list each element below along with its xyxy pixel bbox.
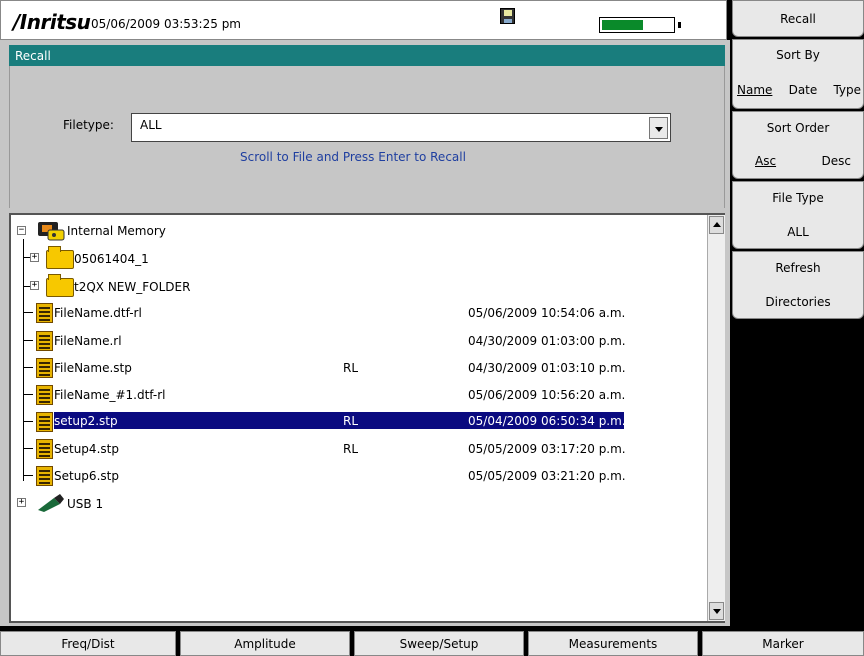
expand-icon[interactable]: + <box>17 498 26 507</box>
bottom-menu: Freq/Dist Amplitude Sweep/Setup Measurem… <box>0 629 864 656</box>
tree-file[interactable]: Setup4.stp RL 05/05/2009 03:17:20 p.m. <box>11 439 701 459</box>
tree-folder[interactable]: + t2QX NEW_FOLDER <box>11 274 701 297</box>
file-date: 04/30/2009 01:03:10 p.m. <box>468 361 626 375</box>
tree-root-label: Internal Memory <box>67 224 166 238</box>
tree-file[interactable]: FileName.dtf-rl 05/06/2009 10:54:06 a.m. <box>11 303 701 323</box>
battery-tip <box>678 22 681 28</box>
file-type: RL <box>343 414 359 428</box>
tree-node-internal-memory[interactable]: − Internal Memory <box>11 221 701 241</box>
document-icon <box>36 385 53 405</box>
file-name: setup2.stp <box>54 414 118 428</box>
scroll-down-icon[interactable] <box>709 602 724 620</box>
battery-icon <box>599 17 675 33</box>
document-icon <box>36 303 53 323</box>
filetype-select[interactable]: ALL <box>131 113 671 142</box>
softkey-title: Recall <box>780 12 816 26</box>
tree-file[interactable]: FileName.stp RL 04/30/2009 01:03:10 p.m. <box>11 358 701 378</box>
usb-drive-icon <box>38 494 64 512</box>
scroll-up-icon[interactable] <box>709 216 724 234</box>
internal-memory-icon <box>38 222 65 241</box>
file-name: FileName.rl <box>54 334 122 348</box>
file-date: 05/06/2009 10:54:06 a.m. <box>468 306 626 320</box>
sort-order-desc-option[interactable]: Desc <box>822 154 851 168</box>
document-icon <box>36 412 53 432</box>
filetype-value: ALL <box>140 118 162 132</box>
menu-freq-dist[interactable]: Freq/Dist <box>0 631 176 656</box>
brand-logo: /Inritsu <box>13 10 91 34</box>
usb-label: USB 1 <box>67 497 104 511</box>
file-type-label: File Type <box>772 191 824 205</box>
tree-file[interactable]: Setup6.stp 05/05/2009 03:21:20 p.m. <box>11 466 701 486</box>
softkey-refresh-directories[interactable]: Refresh Directories <box>732 251 864 319</box>
file-name: FileName_#1.dtf-rl <box>54 388 166 402</box>
file-type-value: ALL <box>787 225 809 239</box>
sort-by-date-option[interactable]: Date <box>789 83 818 97</box>
menu-sweep-setup[interactable]: Sweep/Setup <box>354 631 524 656</box>
file-type: RL <box>343 442 359 456</box>
file-tree[interactable]: − Internal Memory + 05061404_1 + t2QX NE… <box>9 213 725 623</box>
folder-name: 05061404_1 <box>74 252 149 266</box>
tree-file-selected[interactable]: setup2.stp RL 05/04/2009 06:50:34 p.m. <box>11 412 701 432</box>
panel-title: Recall <box>9 45 725 66</box>
filetype-label: Filetype: <box>63 118 114 132</box>
file-date: 04/30/2009 01:03:00 p.m. <box>468 334 626 348</box>
tree-file[interactable]: FileName_#1.dtf-rl 05/06/2009 10:56:20 a… <box>11 385 701 405</box>
refresh-label: Refresh <box>775 261 821 275</box>
document-icon <box>36 439 53 459</box>
refresh-sub-label: Directories <box>765 295 831 309</box>
file-date: 05/04/2009 06:50:34 p.m. <box>468 414 626 428</box>
softkey-sort-order[interactable]: Sort Order Asc Desc <box>732 111 864 179</box>
softkey-file-type[interactable]: File Type ALL <box>732 181 864 249</box>
sort-order-asc-option[interactable]: Asc <box>755 154 776 168</box>
softkey-sort-by[interactable]: Sort By Name Date Type <box>732 39 864 109</box>
document-icon <box>36 358 53 378</box>
file-name: FileName.dtf-rl <box>54 306 142 320</box>
tree-folder[interactable]: + 05061404_1 <box>11 246 701 269</box>
datetime-display: 05/06/2009 03:53:25 pm <box>91 17 241 31</box>
menu-marker[interactable]: Marker <box>702 631 864 656</box>
tree-file[interactable]: FileName.rl 04/30/2009 01:03:00 p.m. <box>11 331 701 351</box>
expand-icon[interactable]: + <box>30 281 39 290</box>
folder-icon <box>46 274 74 297</box>
menu-measurements[interactable]: Measurements <box>528 631 698 656</box>
softkey-recall-title: Recall <box>732 0 864 37</box>
file-type: RL <box>343 361 359 375</box>
battery-level <box>602 20 643 30</box>
document-icon <box>36 331 53 351</box>
folder-icon <box>46 246 74 269</box>
expand-icon[interactable]: + <box>30 253 39 262</box>
file-name: FileName.stp <box>54 361 132 375</box>
scrollbar[interactable] <box>707 215 725 621</box>
sort-by-type-option[interactable]: Type <box>833 83 861 97</box>
status-bar: /Inritsu 05/06/2009 03:53:25 pm <box>0 0 727 40</box>
sort-by-label: Sort By <box>776 48 820 62</box>
tree-node-usb[interactable]: + USB 1 <box>11 494 701 514</box>
collapse-icon[interactable]: − <box>17 226 26 235</box>
file-name: Setup4.stp <box>54 442 119 456</box>
file-date: 05/05/2009 03:17:20 p.m. <box>468 442 626 456</box>
floppy-disk-icon <box>500 8 515 24</box>
folder-name: t2QX NEW_FOLDER <box>74 280 191 294</box>
sort-by-name-option[interactable]: Name <box>737 83 772 97</box>
file-date: 05/06/2009 10:56:20 a.m. <box>468 388 626 402</box>
softkey-panel: Recall Sort By Name Date Type Sort Order… <box>730 0 864 626</box>
file-name: Setup6.stp <box>54 469 119 483</box>
file-date: 05/05/2009 03:21:20 p.m. <box>468 469 626 483</box>
chevron-down-icon[interactable] <box>649 117 668 139</box>
document-icon <box>36 466 53 486</box>
sort-order-label: Sort Order <box>766 121 830 135</box>
instruction-text: Scroll to File and Press Enter to Recall <box>240 150 466 164</box>
menu-amplitude[interactable]: Amplitude <box>180 631 350 656</box>
